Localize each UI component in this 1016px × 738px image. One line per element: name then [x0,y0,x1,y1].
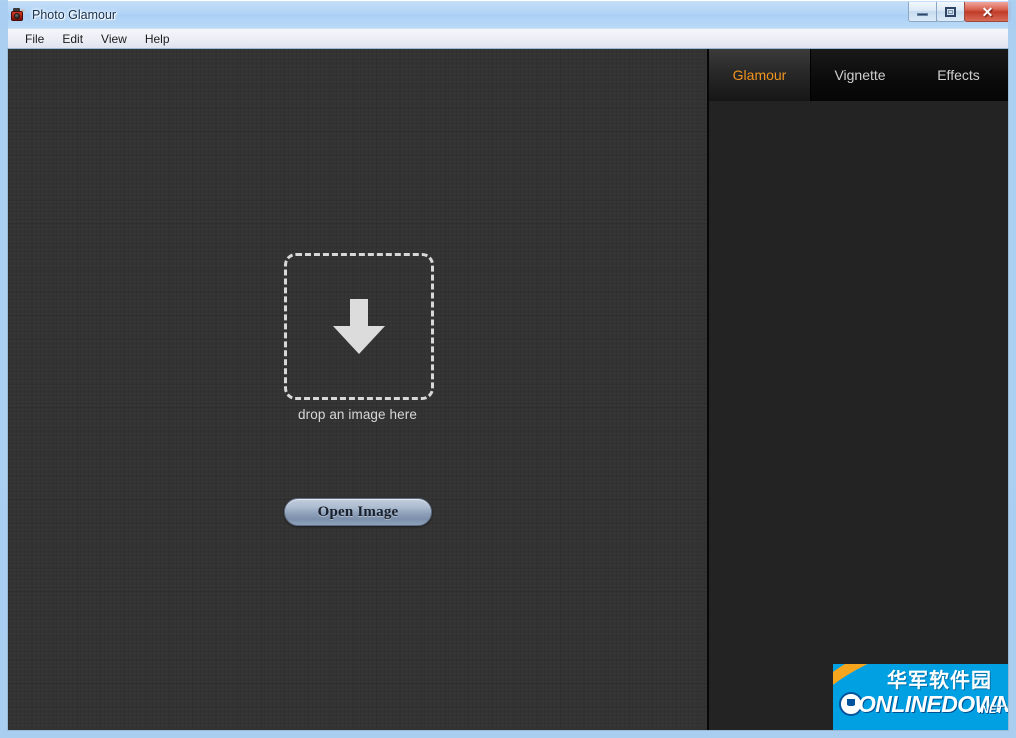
menu-item-file[interactable]: File [16,30,53,48]
window-title: Photo Glamour [32,8,117,22]
tab-bar: Glamour Vignette Effects [709,49,1008,101]
camera-icon [9,7,25,23]
title-bar-left: Photo Glamour [9,6,116,24]
menu-item-edit[interactable]: Edit [53,30,92,48]
tab-vignette[interactable]: Vignette [811,49,909,101]
side-panel: Glamour Vignette Effects [709,49,1008,730]
glamour-panel-content [709,101,1008,730]
dropzone-caption: drop an image here [298,407,417,422]
onlinedown-watermark: 华军软件园 ONLINEDOWN .NET [833,664,1008,730]
tab-glamour[interactable]: Glamour [709,49,811,101]
application-window: Photo Glamour ✕ File Edit View Help drop… [0,0,1016,738]
menu-item-help[interactable]: Help [136,30,179,48]
title-bar[interactable]: Photo Glamour ✕ [0,0,1016,28]
close-icon: ✕ [981,3,994,20]
image-canvas-area[interactable]: drop an image here Open Image [8,49,707,730]
minimize-button[interactable] [908,2,937,22]
menu-item-view[interactable]: View [92,30,136,48]
window-controls: ✕ [908,2,1011,24]
menu-bar: File Edit View Help [8,29,1008,49]
application-body: drop an image here Open Image Glamour Vi… [8,49,1008,730]
maximize-icon [945,6,956,17]
download-arrow-icon [333,298,385,354]
minimize-icon [917,13,928,16]
image-dropzone[interactable] [284,253,434,400]
watermark-tld-text: .NET [978,704,1004,716]
close-button[interactable]: ✕ [964,2,1011,22]
maximize-button[interactable] [936,2,965,22]
open-image-button[interactable]: Open Image [284,498,432,526]
open-image-label: Open Image [317,503,399,520]
watermark-chinese-text: 华军软件园 [887,668,992,692]
tab-effects[interactable]: Effects [909,49,1008,101]
